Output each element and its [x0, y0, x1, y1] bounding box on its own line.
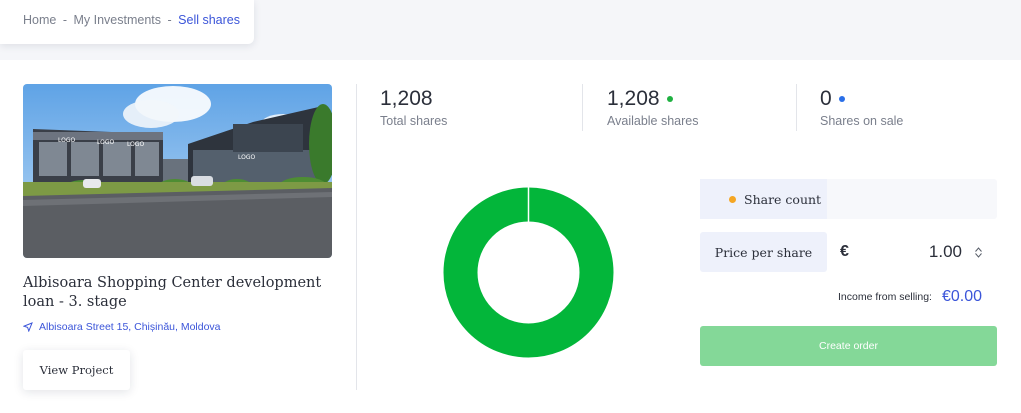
stat-divider — [796, 84, 797, 131]
price-per-share-label: Price per share — [700, 232, 827, 272]
project-location[interactable]: Albisoara Street 15, Chișinău, Moldova — [23, 321, 221, 333]
number-stepper-icon[interactable] — [974, 246, 983, 258]
stat-available-shares: 1,208 Available shares — [607, 86, 699, 128]
stat-available-shares-label: Available shares — [607, 114, 699, 128]
shares-donut-chart — [443, 187, 614, 358]
svg-text:LOGO: LOGO — [127, 141, 145, 148]
svg-text:LOGO: LOGO — [238, 154, 256, 161]
stat-total-shares-label: Total shares — [380, 114, 448, 128]
breadcrumb-current: Sell shares — [178, 13, 240, 27]
breadcrumb-separator: - — [62, 13, 67, 27]
stat-divider — [582, 84, 583, 131]
breadcrumb-home[interactable]: Home — [23, 13, 56, 27]
currency-symbol: € — [840, 243, 849, 260]
share-count-label: Share count — [744, 191, 822, 207]
income-value: €0.00 — [941, 288, 982, 305]
stat-shares-on-sale: 0 Shares on sale — [820, 86, 903, 128]
share-count-label-box: Share count — [700, 179, 827, 219]
income-label: Income from selling: — [838, 291, 932, 303]
green-dot-icon — [666, 96, 673, 102]
breadcrumb-my-investments[interactable]: My Investments — [73, 13, 161, 27]
stat-total-shares: 1,208 Total shares — [380, 86, 447, 128]
price-value: 1.00 — [928, 242, 962, 261]
stat-total-shares-value: 1,208 — [380, 87, 433, 110]
project-image: LOGO LOGO LOGO LOGO — [23, 84, 332, 258]
breadcrumb: Home - My Investments - Sell shares — [0, 0, 254, 44]
column-divider — [356, 84, 357, 390]
share-count-row: Share count — [700, 179, 997, 219]
project-title: Albisoara Shopping Center development lo… — [23, 275, 322, 310]
svg-text:LOGO: LOGO — [97, 139, 115, 146]
income-summary: Income from selling: €0.00 — [700, 288, 982, 306]
blue-dot-icon — [838, 96, 845, 102]
orange-dot-icon — [729, 195, 736, 203]
stat-shares-on-sale-value: 0 — [820, 87, 832, 110]
project-location-text: Albisoara Street 15, Chișinău, Moldova — [39, 321, 221, 333]
donut-ring-available — [443, 187, 614, 358]
view-project-button[interactable]: View Project — [23, 350, 130, 390]
create-order-button[interactable]: Create order — [700, 326, 997, 366]
price-per-share-input[interactable]: € 1.00 — [827, 232, 997, 272]
svg-text:LOGO: LOGO — [58, 137, 76, 144]
stat-shares-on-sale-label: Shares on sale — [820, 114, 904, 128]
price-row: Price per share € 1.00 — [700, 232, 997, 272]
stat-available-shares-value: 1,208 — [607, 87, 660, 110]
breadcrumb-separator: - — [167, 13, 172, 27]
location-arrow-icon — [23, 322, 33, 332]
share-count-input[interactable] — [827, 179, 997, 219]
